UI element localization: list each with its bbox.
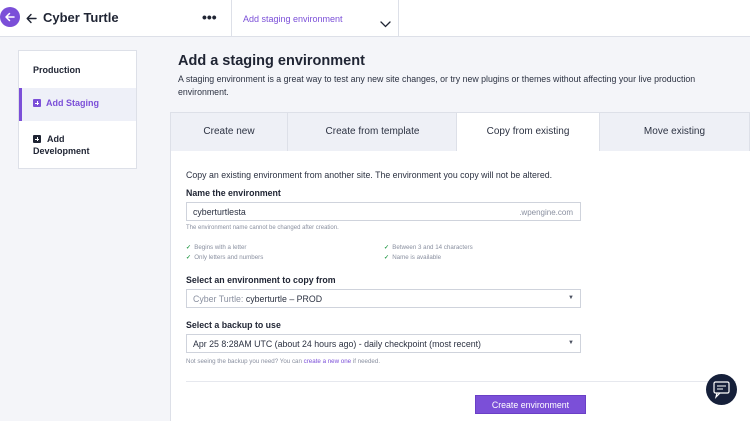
validation-rule: ✓ Name is available [384, 254, 442, 261]
check-icon: ✓ [186, 254, 192, 261]
environment-sidebar: Production Add Staging Add Development [18, 50, 137, 169]
create-environment-button[interactable]: Create environment [475, 395, 586, 414]
sidebar-item-label: Development [33, 146, 90, 156]
copy-from-label: Select an environment to copy from [186, 275, 336, 285]
sidebar-item-label: Add [47, 134, 65, 144]
plus-square-icon [33, 135, 41, 143]
sidebar-item-production[interactable]: Production [19, 51, 136, 88]
site-title: Cyber Turtle [43, 10, 119, 25]
sidebar-item-add-development[interactable]: Add Development [19, 121, 136, 168]
environment-selector[interactable]: Add staging environment [243, 14, 343, 24]
form-intro: Copy an existing environment from anothe… [186, 170, 553, 180]
name-hint: The environment name cannot be changed a… [186, 225, 339, 231]
plus-square-icon [33, 99, 41, 107]
chat-widget-button[interactable] [706, 374, 737, 405]
caret-down-icon: ▼ [568, 295, 574, 301]
divider [398, 0, 399, 37]
copy-from-value: Cyber Turtle: cyberturtle – PROD [193, 294, 323, 304]
tab-create-from-template[interactable]: Create from template [287, 113, 457, 151]
validation-rule: ✓ Between 3 and 14 characters [384, 244, 473, 251]
chat-icon [713, 381, 730, 399]
create-backup-link[interactable]: create a new one [304, 358, 351, 365]
environment-name-value[interactable]: cyberturtlesta [193, 207, 246, 217]
copy-from-select[interactable]: Cyber Turtle: cyberturtle – PROD ▼ [186, 289, 581, 308]
page-description: A staging environment is a great way to … [178, 74, 696, 97]
environment-name-field[interactable]: cyberturtlesta .wpengine.com [186, 202, 581, 221]
more-options-button[interactable]: ••• [202, 9, 217, 25]
backup-label: Select a backup to use [186, 320, 281, 330]
sidebar-item-add-staging[interactable]: Add Staging [19, 88, 136, 121]
tab-create-new[interactable]: Create new [171, 113, 287, 151]
page-title: Add a staging environment [178, 53, 365, 69]
validation-rule: ✓ Only letters and numbers [186, 254, 264, 261]
caret-down-icon: ▼ [568, 340, 574, 346]
top-bar: Cyber Turtle ••• Add staging environment [0, 0, 750, 37]
name-label: Name the environment [186, 188, 281, 198]
back-circle-icon[interactable] [0, 7, 20, 27]
tab-bar: Create new Create from template Copy fro… [170, 112, 750, 153]
sidebar-item-label: Add Staging [46, 98, 99, 108]
domain-suffix: .wpengine.com [519, 208, 573, 217]
arrow-left-icon[interactable] [26, 11, 37, 29]
tab-move-existing[interactable]: Move existing [600, 113, 749, 151]
validation-rule: ✓ Begins with a letter [186, 244, 247, 251]
tab-copy-from-existing[interactable]: Copy from existing [456, 113, 600, 153]
check-icon: ✓ [186, 244, 192, 251]
chevron-down-icon[interactable] [380, 15, 391, 33]
sidebar-item-label: Production [33, 65, 81, 75]
divider [186, 381, 736, 382]
divider [231, 0, 232, 37]
check-icon: ✓ [384, 244, 390, 251]
backup-hint: Not seeing the backup you need? You can … [186, 358, 381, 365]
backup-select[interactable]: Apr 25 8:28AM UTC (about 24 hours ago) -… [186, 334, 581, 353]
check-icon: ✓ [384, 254, 390, 261]
backup-value: Apr 25 8:28AM UTC (about 24 hours ago) -… [193, 339, 481, 349]
